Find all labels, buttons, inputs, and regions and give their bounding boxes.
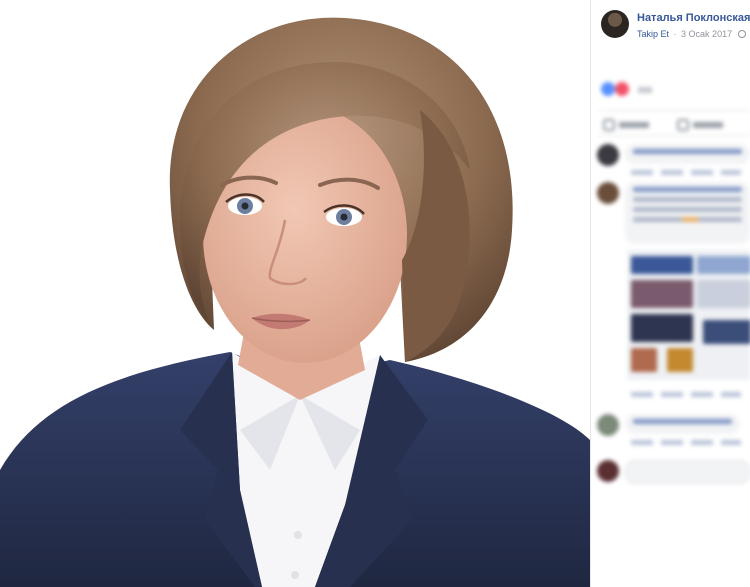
author-avatar[interactable] [601,10,629,38]
author-name-link[interactable]: Наталья Поклонская [637,12,750,24]
globe-icon [737,30,746,38]
blurred-activity [591,70,750,587]
comment-item [597,414,750,454]
reaction-summary[interactable] [601,82,652,98]
commenter-avatar[interactable] [597,182,619,204]
commenter-avatar[interactable] [597,144,619,166]
post-header: Наталья Поклонская Takip Et · 3 Ocak 201… [601,10,750,44]
comment-actions[interactable] [631,170,741,175]
post-side-panel: Наталья Поклонская Takip Et · 3 Ocak 201… [590,0,750,587]
comment-bubble [625,144,750,164]
comment-bubble [625,182,750,244]
share-icon [677,118,689,131]
post-meta: Takip Et · 3 Ocak 2017 [637,29,746,39]
comment-photo-collage[interactable] [627,250,750,380]
love-icon [615,82,630,96]
post-photo[interactable] [0,0,590,587]
comment-bubble [625,414,740,434]
current-user-avatar [597,460,619,482]
comment-input-row [597,460,750,486]
comment-actions[interactable] [631,392,741,397]
like-icon [601,82,615,96]
post-date[interactable]: 3 Ocak 2017 [681,29,732,39]
portrait-photo [0,17,590,587]
share-button[interactable] [677,116,731,131]
comment-item [597,182,750,412]
action-bar [599,110,750,136]
comment-actions[interactable] [631,440,741,445]
like-button[interactable] [603,116,657,131]
commenter-avatar[interactable] [597,414,619,436]
reaction-count [637,87,652,93]
comment-input[interactable] [625,460,750,484]
comment-item [597,144,750,184]
thumbs-up-icon [603,118,615,131]
meta-separator: · [673,29,677,39]
follow-link[interactable]: Takip Et [637,29,669,39]
